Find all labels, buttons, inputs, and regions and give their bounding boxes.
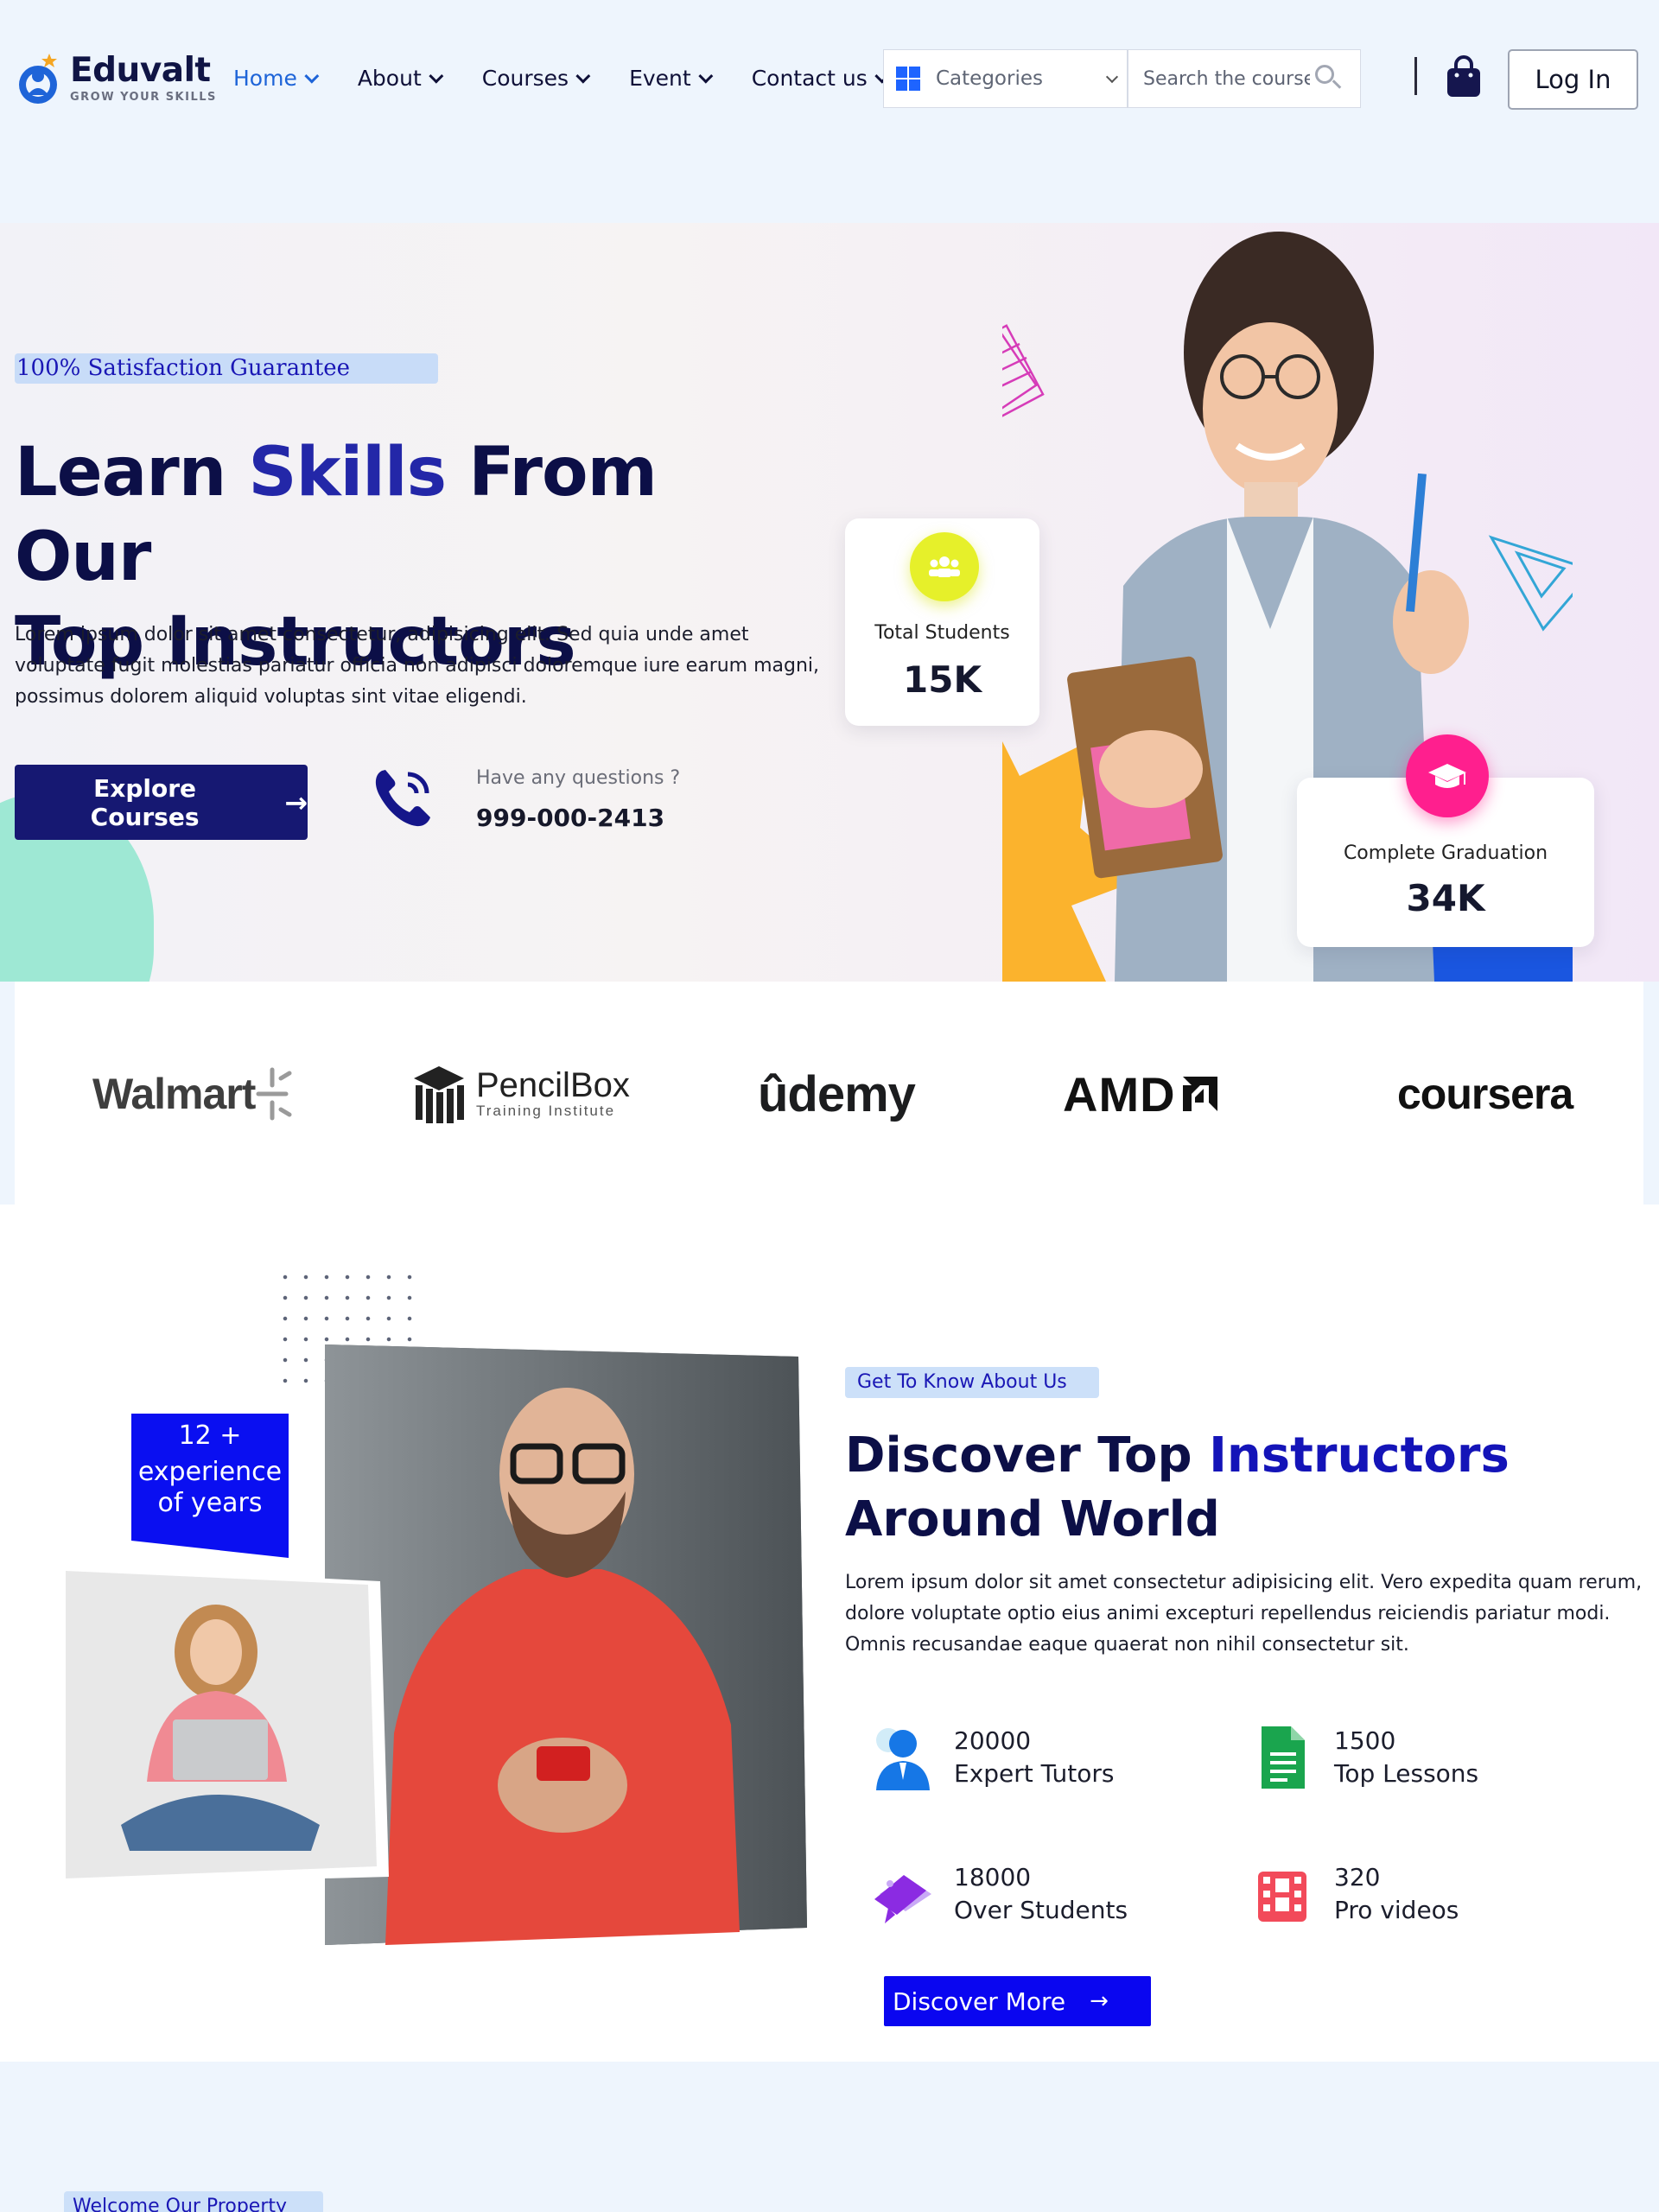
arrow-right-icon: → xyxy=(284,785,308,819)
graduation-cap-icon xyxy=(1406,734,1489,817)
experience-value: 12 + xyxy=(178,1421,242,1451)
graduation-card: Complete Graduation 34K xyxy=(1297,734,1594,947)
chevron-down-icon xyxy=(1105,70,1119,84)
students-icon xyxy=(910,532,979,601)
chevron-down-icon xyxy=(698,68,714,84)
walmart-text: Walmart xyxy=(92,1070,256,1118)
hero-section: 100% Satisfaction Guarantee Learn Skills… xyxy=(0,223,1659,982)
graduation-cap-icon xyxy=(874,1875,931,1923)
nav-contact-label: Contact us xyxy=(751,66,868,91)
main-nav: Home About Courses Event Contact us xyxy=(233,66,928,91)
feature-value: 18000 xyxy=(954,1863,1032,1891)
login-button[interactable]: Log In xyxy=(1508,49,1638,110)
feature-pro-videos: 320 Pro videos xyxy=(1251,1859,1459,1929)
questions-label: Have any questions ? xyxy=(476,767,681,789)
categories-select[interactable]: Categories xyxy=(883,49,1128,108)
explore-courses-button[interactable]: Explore Courses → xyxy=(15,765,308,840)
walmart-logo: Walmart xyxy=(92,1059,298,1128)
feature-label: Expert Tutors xyxy=(954,1759,1115,1788)
amd-text: AMD xyxy=(1063,1066,1176,1122)
graduation-value: 34K xyxy=(1406,877,1485,919)
nav-about[interactable]: About xyxy=(357,66,444,91)
hero-title-part1: Learn xyxy=(15,434,249,512)
brand-name: Eduvalt xyxy=(70,51,211,90)
feature-over-students: 18000 Over Students xyxy=(871,1859,1128,1929)
hero-description: Lorem ipsum dolor sit amet consectetur, … xyxy=(15,624,820,708)
nav-home[interactable]: Home xyxy=(233,66,320,91)
film-icon xyxy=(1258,1872,1306,1922)
phone-number[interactable]: 999-000-2413 xyxy=(476,804,664,832)
shopping-bag-icon[interactable] xyxy=(1446,55,1482,99)
experience-line3: of years xyxy=(157,1488,263,1518)
about-description: Lorem ipsum dolor sit amet consectetur a… xyxy=(845,1572,1643,1656)
categories-label: Categories xyxy=(936,67,1043,90)
nav-about-label: About xyxy=(357,66,422,91)
feature-label: Top Lessons xyxy=(1334,1759,1479,1788)
explore-courses-label: Explore Courses xyxy=(90,773,200,831)
tutor-icon xyxy=(876,1728,930,1790)
total-students-card: Total Students 15K xyxy=(845,518,1039,726)
property-section: Welcome Our Property xyxy=(0,2062,1659,2212)
pencilbox-logo: PencilBox Training Institute xyxy=(410,1059,630,1128)
search-icon[interactable] xyxy=(1310,61,1344,96)
grid-icon xyxy=(896,67,920,91)
nav-event-label: Event xyxy=(629,66,691,91)
instructor-man-photo xyxy=(325,1344,807,1945)
arrow-right-icon: → xyxy=(1090,1988,1109,2014)
welcome-badge: Welcome Our Property xyxy=(64,2191,323,2212)
about-badge: Get To Know About Us xyxy=(845,1367,1099,1398)
experience-line2: experience xyxy=(137,1457,283,1487)
brand-logo[interactable]: Eduvalt GROW YOUR SKILLS xyxy=(15,50,217,107)
feature-label: Pro videos xyxy=(1334,1896,1459,1924)
nav-home-label: Home xyxy=(233,66,297,91)
udemy-logo: ûdemy xyxy=(758,1065,916,1122)
phone-icon xyxy=(375,770,430,827)
feature-expert-tutors: 20000 Expert Tutors xyxy=(871,1723,1114,1792)
discover-more-label: Discover More xyxy=(893,1986,1066,2016)
document-icon xyxy=(1262,1726,1305,1789)
pencilbox-icon xyxy=(414,1066,464,1123)
logo-icon xyxy=(19,54,57,104)
nav-courses[interactable]: Courses xyxy=(481,66,591,91)
discover-more-button[interactable]: Discover More → xyxy=(884,1976,1151,2026)
experience-tag: 12 + experience of years xyxy=(131,1414,289,1558)
satisfaction-badge: 100% Satisfaction Guarantee xyxy=(15,353,438,384)
search-box xyxy=(1128,49,1361,108)
student-woman-photo xyxy=(60,1566,389,1885)
about-title: Discover Top Instructors Around World xyxy=(845,1424,1623,1552)
students-value: 15K xyxy=(903,658,982,701)
amd-arrow-icon xyxy=(1182,1077,1217,1111)
nav-courses-label: Courses xyxy=(481,66,569,91)
brand-tagline: GROW YOUR SKILLS xyxy=(70,91,217,104)
pencilbox-subtext: Training Institute xyxy=(476,1103,616,1119)
site-header: Eduvalt GROW YOUR SKILLS Home About Cour… xyxy=(0,0,1659,164)
feature-value: 1500 xyxy=(1334,1726,1396,1755)
partners-strip: Walmart PencilBox Training Institute ûde… xyxy=(15,982,1643,1205)
coursera-logo: coursera xyxy=(1397,1070,1573,1118)
about-title-line2: Around World xyxy=(845,1491,1220,1548)
about-title-part1: Discover Top xyxy=(845,1427,1210,1484)
nav-contact[interactable]: Contact us xyxy=(751,66,890,91)
header-divider xyxy=(1414,57,1417,95)
feature-top-lessons: 1500 Top Lessons xyxy=(1251,1723,1478,1792)
walmart-spark-icon xyxy=(256,1067,292,1121)
hero-title-accent: Skills xyxy=(248,434,447,512)
students-label: Total Students xyxy=(874,622,1010,644)
graduation-label: Complete Graduation xyxy=(1343,842,1548,864)
feature-label: Over Students xyxy=(954,1896,1128,1924)
chevron-down-icon xyxy=(575,68,591,84)
nav-event[interactable]: Event xyxy=(629,66,714,91)
about-section: 12 + experience of years Get To Know Abo… xyxy=(0,1205,1659,2062)
about-title-accent: Instructors xyxy=(1209,1427,1510,1484)
amd-logo: AMD xyxy=(1063,1059,1221,1128)
chevron-down-icon xyxy=(304,68,320,84)
pencilbox-text: PencilBox xyxy=(476,1066,630,1104)
chevron-down-icon xyxy=(429,68,444,84)
search-input[interactable] xyxy=(1128,67,1310,90)
feature-value: 320 xyxy=(1334,1863,1381,1891)
feature-value: 20000 xyxy=(954,1726,1032,1755)
